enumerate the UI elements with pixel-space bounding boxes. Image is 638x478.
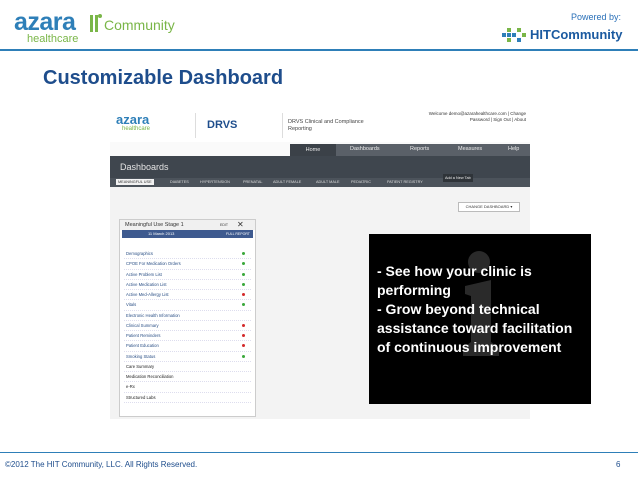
measure-row[interactable]: CPOE For Medication Orders — [124, 259, 251, 270]
app-main-nav: Home Dashboards Reports Measures Help — [290, 144, 530, 156]
hit-community-logo-text: HITCommunity — [530, 27, 623, 42]
tab-patient-registry[interactable]: PATIENT REGISTRY — [385, 179, 425, 185]
callout-box: - See how your clinic is performing - Gr… — [369, 234, 591, 404]
status-dot — [242, 323, 245, 327]
panel-title: Meaningful Use Stage 1 — [125, 222, 184, 228]
app-top-bar: azara healthcare DRVS DRVS Clinical and … — [110, 107, 530, 142]
measure-row[interactable]: Active Medication List — [124, 280, 251, 290]
footer-copyright: ©2012 The HIT Community, LLC. All Rights… — [5, 460, 198, 469]
measure-label: Smoking Status — [126, 353, 156, 359]
slide-title: Customizable Dashboard — [43, 67, 284, 89]
panel-full-report-link[interactable]: FULL REPORT — [226, 231, 250, 237]
tab-pediatric[interactable]: PEDIATRIC — [349, 179, 373, 185]
measure-list: Demographics CPOE For Medication Orders Ac… — [124, 249, 251, 403]
measure-row[interactable]: Smoking Status — [124, 352, 251, 362]
measure-label: Electronic Health Information — [126, 312, 180, 318]
measure-row[interactable]: Patient Education — [124, 341, 251, 352]
page-number: 6 — [616, 460, 621, 469]
measure-row[interactable]: Clinical Summary — [124, 321, 251, 331]
status-dot — [242, 293, 245, 296]
status-dot — [242, 303, 245, 307]
tab-add-new[interactable]: Add a New Tab — [443, 174, 473, 182]
callout-bullet-2: - Grow beyond technical assistance towar… — [377, 301, 573, 355]
status-dot — [242, 252, 245, 255]
measure-row[interactable]: e-Rx — [124, 382, 251, 393]
measure-label: Active Problem List — [126, 271, 162, 277]
change-dashboard-button[interactable]: CHANGE DASHBOARD ▾ — [458, 202, 520, 212]
nav-dashboards[interactable]: Dashboards — [350, 146, 380, 153]
status-dot — [242, 344, 245, 348]
hit-grid-icon — [502, 28, 526, 42]
measure-label: Care Summary — [126, 363, 155, 369]
app-product-subtitle: DRVS Clinical and Compliance Reporting — [288, 119, 364, 132]
app-azara-logo-sub: healthcare — [122, 126, 151, 132]
nav-home[interactable]: Home — [290, 144, 336, 156]
app-azara-logo: azara — [116, 112, 150, 127]
measure-row[interactable]: Active Med-Allergy List — [124, 290, 251, 301]
measure-row[interactable]: Electronic Health Information — [124, 311, 251, 321]
azara-logo: azara — [14, 8, 76, 36]
tab-diabetes[interactable]: DIABETES — [168, 179, 191, 185]
app-product-divider — [282, 113, 283, 138]
nav-help[interactable]: Help — [508, 146, 519, 153]
tab-prenatal[interactable]: PRENATAL — [241, 179, 264, 185]
measure-label: Patient Education — [126, 343, 159, 349]
tab-hypertension[interactable]: HYPERTENSION — [198, 179, 232, 185]
powered-by-label: Powered by: — [571, 12, 622, 22]
app-logo-divider — [195, 113, 196, 138]
header-divider — [0, 49, 638, 51]
measure-row[interactable]: Active Problem List — [124, 270, 251, 280]
app-product-name: DRVS — [207, 119, 238, 131]
measure-label: Clinical Summary — [126, 322, 159, 328]
measure-row[interactable]: Structured Labs — [124, 393, 251, 403]
slide-header: azara healthcare Community Powered by: H… — [0, 0, 638, 50]
dashboards-title: Dashboards — [120, 162, 169, 172]
measure-label: Structured Labs — [126, 394, 156, 400]
hit-person-icon — [90, 14, 102, 32]
tab-meaningful-use[interactable]: MEANINGFUL USE — [116, 179, 154, 185]
measure-label: Vitals — [126, 302, 137, 308]
status-dot — [242, 282, 245, 286]
measure-label: Medication Reconciliation — [126, 374, 174, 379]
tab-adult-male[interactable]: ADULT MALE — [314, 179, 342, 185]
nav-reports[interactable]: Reports — [410, 146, 429, 153]
measure-row[interactable]: Patient Reminders — [124, 331, 251, 342]
status-dot — [242, 354, 245, 358]
status-dot — [242, 262, 245, 266]
status-dot — [242, 334, 245, 337]
meaningful-use-panel: Meaningful Use Stage 1 EDIT ✕ 11 March 2… — [119, 219, 256, 417]
measure-label: Active Med-Allergy List — [126, 292, 169, 297]
callout-bullet-1: - See how your clinic is performing — [377, 263, 532, 298]
close-icon[interactable]: ✕ — [237, 220, 244, 230]
dashboard-tabs: MEANINGFUL USE DIABETES HYPERTENSION PRE… — [110, 174, 530, 187]
measure-label: e-Rx — [126, 384, 135, 390]
measure-label: Active Medication List — [126, 281, 167, 287]
status-dot — [242, 272, 245, 276]
welcome-line-2[interactable]: Password | Sign Out | About — [408, 117, 526, 123]
nav-measures[interactable]: Measures — [458, 146, 482, 153]
app-welcome-text: Welcome demo@azarahealthcare.com | Chang… — [408, 111, 526, 123]
measure-row[interactable]: Care Summary — [124, 362, 251, 372]
measure-row[interactable]: Demographics — [124, 249, 251, 260]
community-logo-text: Community — [104, 17, 175, 33]
callout-text: - See how your clinic is performing - Gr… — [377, 262, 587, 357]
measure-row[interactable]: Medication Reconciliation — [124, 372, 251, 383]
measure-label: Demographics — [126, 251, 153, 256]
panel-date: 11 March 2013 — [148, 231, 175, 236]
panel-edit-button[interactable]: EDIT — [220, 223, 228, 228]
footer-divider — [0, 452, 638, 453]
measure-label: Patient Reminders — [126, 333, 161, 338]
measure-row[interactable]: Vitals — [124, 300, 251, 311]
azara-logo-sub: healthcare — [27, 33, 79, 45]
measure-label: CPOE For Medication Orders — [126, 261, 181, 267]
tab-adult-female[interactable]: ADULT FEMALE — [271, 179, 303, 185]
